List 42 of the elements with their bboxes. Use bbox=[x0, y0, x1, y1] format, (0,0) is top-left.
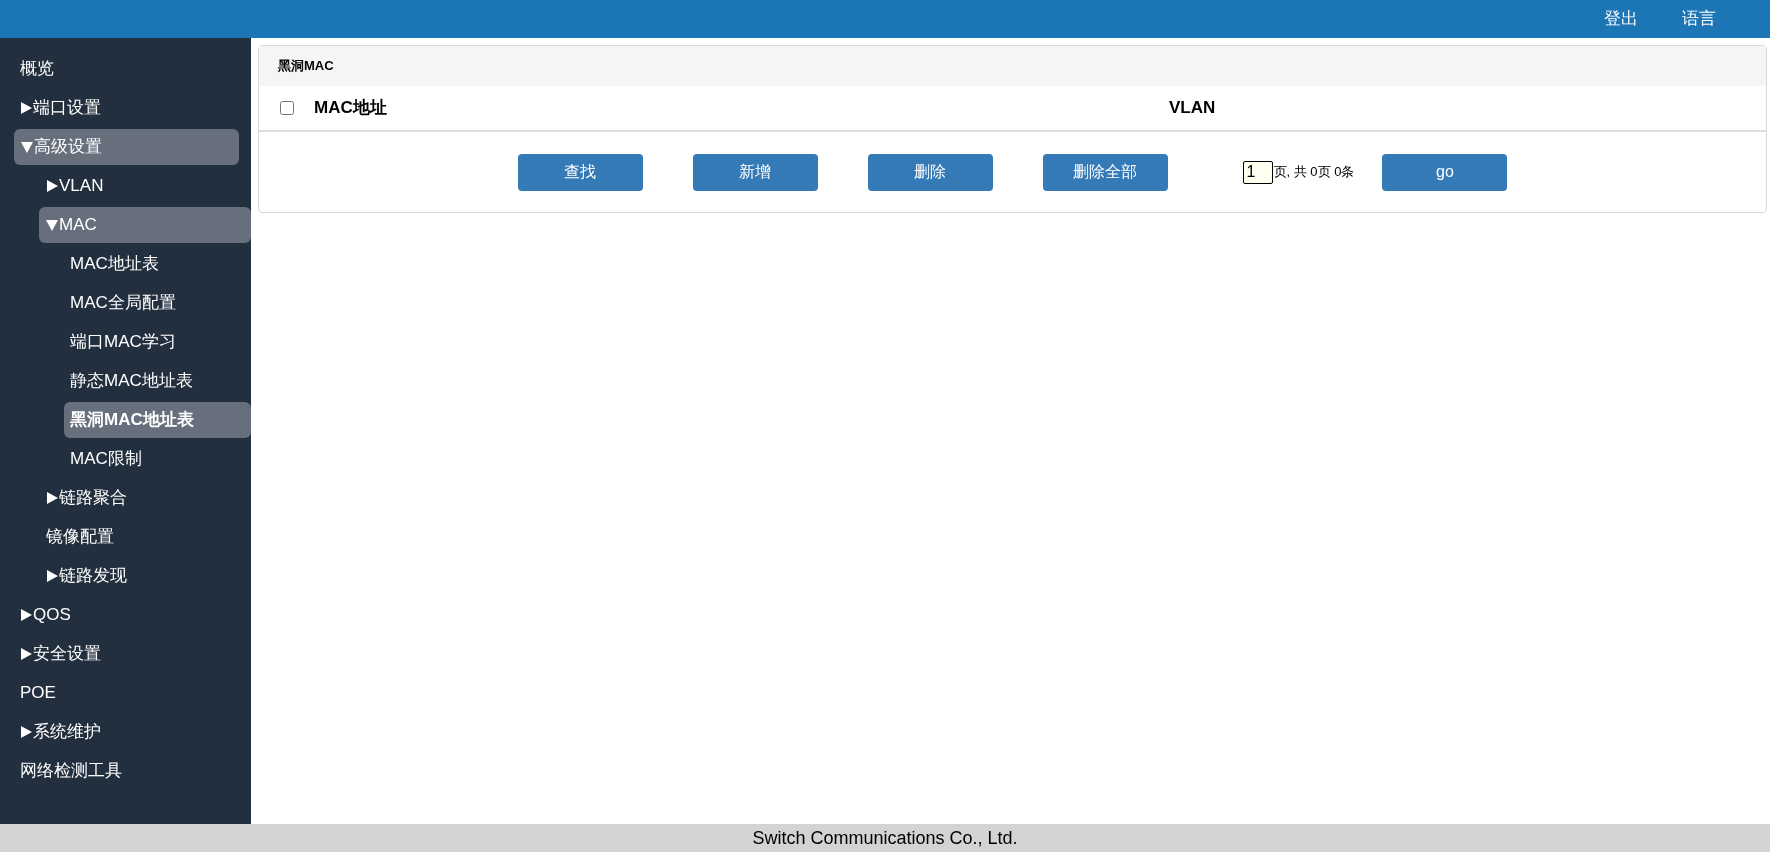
triangle-right-icon bbox=[46, 569, 58, 582]
sidebar-item[interactable]: QOS bbox=[14, 596, 71, 633]
header-link[interactable]: 登出 bbox=[1604, 6, 1638, 32]
sidebar-item[interactable]: POE bbox=[14, 674, 56, 711]
action-button[interactable]: 新增 bbox=[692, 153, 818, 191]
sidebar-item[interactable]: MAC bbox=[39, 206, 251, 243]
sidebar-item[interactable]: 端口设置 bbox=[14, 89, 101, 126]
sidebar-item[interactable]: 链路聚合 bbox=[39, 479, 127, 516]
header-link[interactable]: 语言 bbox=[1682, 6, 1716, 32]
go-button[interactable]: go bbox=[1382, 153, 1508, 191]
sidebar-item[interactable]: 静态MAC地址表 bbox=[64, 362, 193, 399]
page-summary: 页, 共 0页 0条 bbox=[1273, 163, 1355, 182]
sidebar-item[interactable]: 网络检测工具 bbox=[14, 752, 122, 789]
select-all-checkbox[interactable] bbox=[279, 101, 294, 115]
panel-title: 黑洞MAC bbox=[278, 57, 334, 76]
triangle-right-icon bbox=[20, 725, 32, 738]
sidebar-item[interactable]: MAC全局配置 bbox=[64, 284, 176, 321]
sidebar-item[interactable]: 链路发现 bbox=[39, 557, 127, 594]
triangle-right-icon bbox=[20, 101, 32, 114]
column-header: MAC地址 bbox=[314, 98, 387, 118]
footer-text: Switch Communications Co., Ltd. bbox=[752, 826, 1018, 850]
column-header: VLAN bbox=[1169, 98, 1216, 118]
sidebar-item[interactable]: MAC限制 bbox=[64, 440, 142, 477]
sidebar-item[interactable]: 镜像配置 bbox=[39, 518, 114, 555]
action-button[interactable]: 删除 bbox=[867, 153, 993, 191]
sidebar-item[interactable]: MAC地址表 bbox=[64, 245, 159, 282]
page-input[interactable]: 1 bbox=[1242, 160, 1273, 184]
action-button[interactable]: 删除全部 bbox=[1042, 153, 1168, 191]
sidebar-item[interactable]: 高级设置 bbox=[14, 128, 239, 165]
sidebar-item[interactable]: 端口MAC学习 bbox=[64, 323, 176, 360]
triangle-right-icon bbox=[46, 179, 58, 192]
sidebar-item[interactable]: 安全设置 bbox=[14, 635, 101, 672]
triangle-down-icon bbox=[21, 140, 33, 153]
sidebar-item[interactable]: 概览 bbox=[14, 50, 54, 87]
sidebar-item[interactable]: 系统维护 bbox=[14, 713, 101, 750]
triangle-right-icon bbox=[46, 491, 58, 504]
action-button[interactable]: 查找 bbox=[517, 153, 643, 191]
sidebar-item[interactable]: 黑洞MAC地址表 bbox=[64, 401, 251, 438]
triangle-right-icon bbox=[20, 647, 32, 660]
triangle-right-icon bbox=[20, 608, 32, 621]
sidebar-item[interactable]: VLAN bbox=[39, 167, 104, 204]
triangle-down-icon bbox=[46, 218, 58, 231]
